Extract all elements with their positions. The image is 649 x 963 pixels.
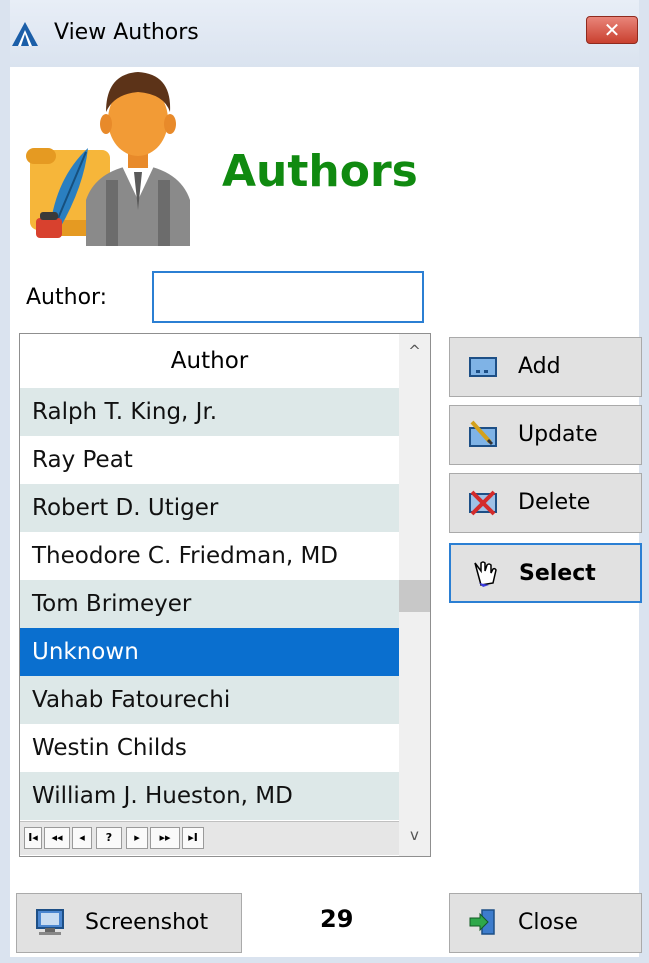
next-record-button[interactable]: ▸ [126, 827, 148, 849]
window-close-button[interactable]: ✕ [586, 16, 638, 44]
delete-record-icon [469, 490, 497, 516]
close-label: Close [518, 910, 578, 935]
update-label: Update [518, 422, 598, 447]
record-navigation-bar: I◂ ◂◂ ◂ ? ▸ ▸▸ ▸I [20, 821, 399, 855]
record-info-button[interactable]: ? [96, 827, 122, 849]
author-filter-label: Author: [26, 285, 108, 310]
previous-page-button[interactable]: ◂◂ [44, 827, 70, 849]
author-filter-input[interactable] [152, 271, 424, 323]
app-logo-icon [12, 22, 38, 46]
scroll-up-icon[interactable]: ^ [399, 334, 430, 368]
screenshot-button[interactable]: Screenshot [16, 893, 242, 953]
vertical-scrollbar[interactable]: ^ v [399, 334, 430, 856]
window-border-left [0, 0, 10, 963]
update-record-icon [469, 420, 497, 447]
update-button[interactable]: Update [449, 405, 642, 465]
first-record-button[interactable]: I◂ [24, 827, 42, 849]
table-row[interactable]: Vahab Fatourechi [20, 676, 399, 724]
record-count: 29 [320, 905, 354, 933]
table-row[interactable]: Robert D. Utiger [20, 484, 399, 532]
window-border-bottom [0, 957, 649, 963]
monitor-icon [36, 909, 64, 935]
add-label: Add [518, 354, 561, 379]
window-title: View Authors [54, 20, 199, 45]
scroll-down-icon[interactable]: v [399, 818, 430, 852]
exit-door-icon [469, 909, 495, 935]
table-row[interactable]: Westin Childs [20, 724, 399, 772]
select-button[interactable]: Select [449, 543, 642, 603]
screenshot-label: Screenshot [85, 910, 209, 935]
last-record-button[interactable]: ▸I [182, 827, 204, 849]
delete-label: Delete [518, 490, 591, 515]
author-with-quill-icon [26, 72, 190, 246]
table-row[interactable]: Theodore C. Friedman, MD [20, 532, 399, 580]
close-button[interactable]: Close [449, 893, 642, 953]
table-row[interactable]: William J. Hueston, MD [20, 772, 399, 820]
table-row[interactable]: Ralph T. King, Jr. [20, 388, 399, 436]
delete-button[interactable]: Delete [449, 473, 642, 533]
table-row[interactable]: Tom Brimeyer [20, 580, 399, 628]
next-page-button[interactable]: ▸▸ [150, 827, 180, 849]
add-button[interactable]: Add [449, 337, 642, 397]
hand-pointer-icon [474, 561, 497, 587]
page-title: Authors [222, 146, 418, 197]
select-label: Select [519, 561, 596, 586]
authors-grid[interactable]: Author Ralph T. King, Jr. Ray Peat Rober… [19, 333, 431, 857]
add-record-icon [469, 357, 497, 377]
previous-record-button[interactable]: ◂ [72, 827, 92, 849]
table-row-selected[interactable]: Unknown [20, 628, 399, 676]
scroll-thumb[interactable] [399, 580, 430, 612]
table-row[interactable]: Ray Peat [20, 436, 399, 484]
column-header-author[interactable]: Author [20, 334, 399, 388]
title-bar: View Authors ✕ [0, 0, 649, 68]
